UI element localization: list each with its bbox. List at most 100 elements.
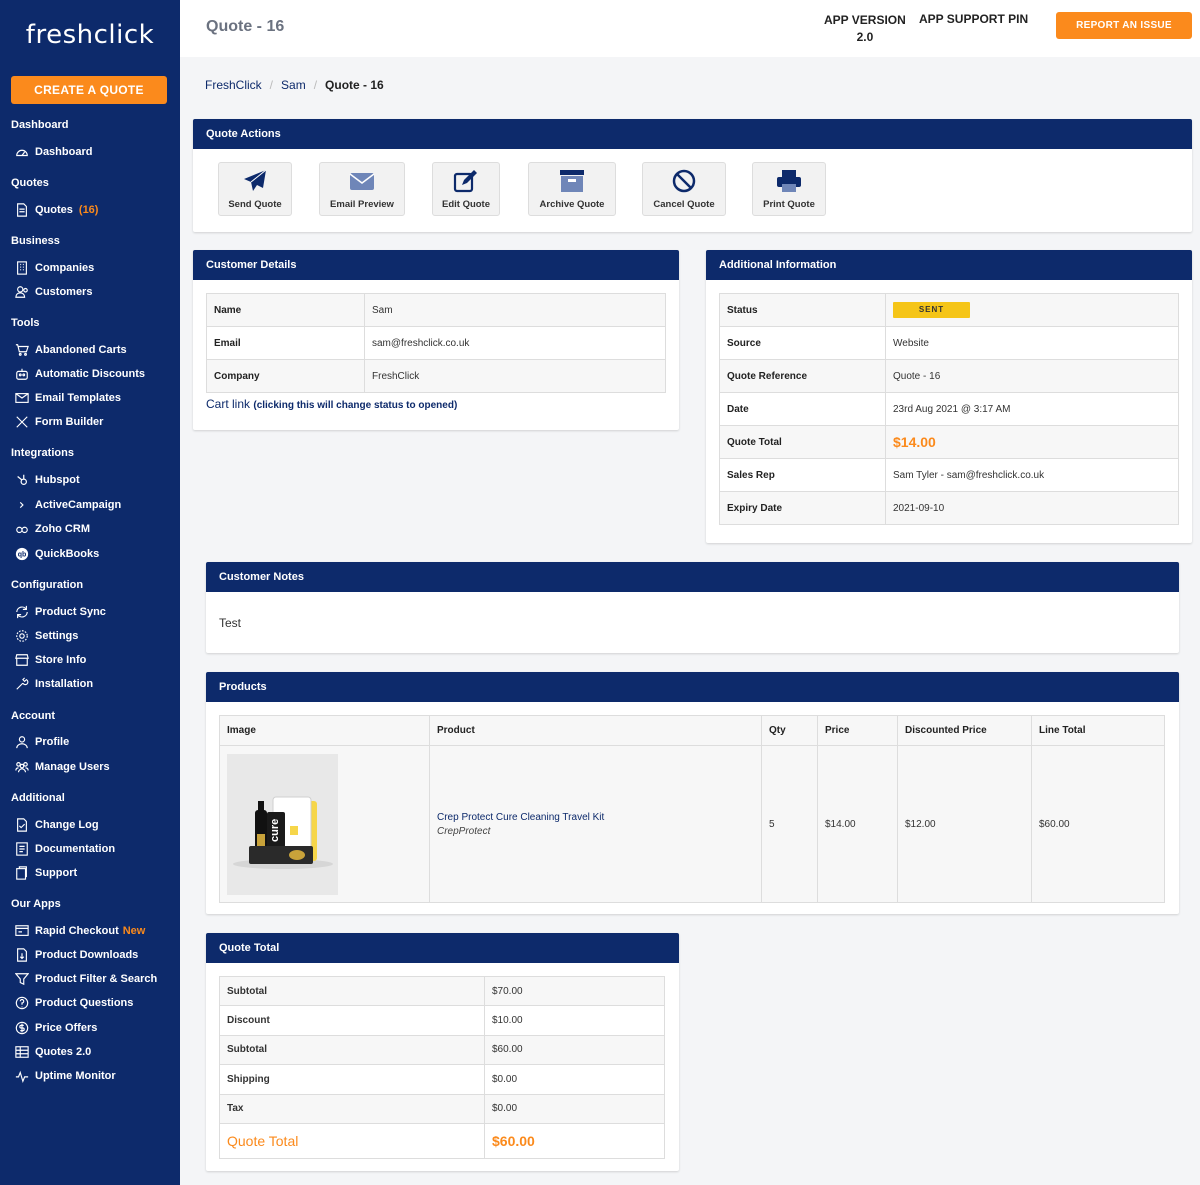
- user-icon: [14, 734, 30, 750]
- sidebar-item-manage-users[interactable]: Manage Users: [14, 758, 110, 776]
- row-value: Website: [885, 326, 1179, 360]
- sidebar-item-label: Support: [35, 867, 78, 879]
- cart-link-text[interactable]: Cart link: [206, 397, 250, 411]
- nav-section-our-apps: Our Apps: [11, 898, 61, 910]
- quickbooks-icon: qb: [14, 546, 30, 562]
- row-key: Tax: [219, 1093, 485, 1124]
- zoho-icon: [14, 521, 30, 537]
- document-icon: [14, 202, 30, 218]
- action-label: Email Preview: [330, 199, 394, 210]
- sidebar-item-product-downloads[interactable]: Product Downloads: [14, 946, 138, 964]
- table-row: Quote Total $14.00: [719, 425, 1179, 459]
- sidebar-item-support[interactable]: Support: [14, 864, 77, 882]
- breadcrumb-link[interactable]: FreshClick: [205, 78, 262, 92]
- row-key: Discount: [219, 1005, 485, 1036]
- customer-details-panel: Customer Details Name Sam Email sam@fres…: [193, 250, 679, 430]
- hubspot-icon: [14, 472, 30, 488]
- report-issue-button[interactable]: REPORT AN ISSUE: [1056, 12, 1192, 39]
- sidebar-item-label: Hubspot: [35, 474, 80, 486]
- nav-section-account: Account: [11, 710, 55, 722]
- sidebar-item-companies[interactable]: Companies: [14, 259, 94, 277]
- column-header: Price: [817, 715, 898, 746]
- sidebar-item-dashboard[interactable]: Dashboard: [14, 143, 92, 161]
- create-quote-button[interactable]: CREATE A QUOTE: [11, 76, 167, 104]
- ban-icon: [672, 169, 696, 193]
- chevron-right-icon: [14, 497, 30, 513]
- sidebar-item-label: Product Questions: [35, 997, 134, 1009]
- robot-icon: [14, 366, 30, 382]
- sidebar-item-rapid-checkout[interactable]: Rapid Checkout New: [14, 922, 145, 940]
- sidebar-item-quotes[interactable]: Quotes (16): [14, 201, 98, 219]
- app-logo[interactable]: freshclick: [0, 20, 180, 50]
- panel-title: Customer Details: [193, 250, 679, 280]
- sidebar-item-uptime-monitor[interactable]: Uptime Monitor: [14, 1067, 116, 1085]
- cancel-quote-button[interactable]: Cancel Quote: [642, 162, 726, 216]
- gauge-icon: [14, 144, 30, 160]
- sidebar-item-label: Profile: [35, 736, 70, 748]
- sidebar-item-profile[interactable]: Profile: [14, 733, 69, 751]
- row-value: sam@freshclick.co.uk: [364, 326, 666, 360]
- column-header: Image: [219, 715, 430, 746]
- sidebar-item-documentation[interactable]: Documentation: [14, 840, 115, 858]
- sidebar-item-abandoned-carts[interactable]: Abandoned Carts: [14, 341, 127, 359]
- sidebar-item-customers[interactable]: Customers: [14, 283, 92, 301]
- sidebar-item-product-questions[interactable]: Product Questions: [14, 994, 133, 1012]
- row-key: Status: [719, 293, 886, 327]
- breadcrumb-separator: /: [313, 78, 318, 92]
- row-value: $60.00: [484, 1122, 665, 1159]
- cart-link[interactable]: Cart link (clicking this will change sta…: [206, 397, 457, 411]
- row-key: Expiry Date: [719, 491, 886, 525]
- row-key: Date: [719, 392, 886, 426]
- customer-notes-panel: Customer Notes Test: [206, 562, 1179, 653]
- row-value: $14.00: [885, 425, 1179, 459]
- breadcrumb: FreshClick / Sam / Quote - 16: [205, 78, 384, 92]
- row-value: Sam Tyler - sam@freshclick.co.uk: [885, 458, 1179, 492]
- cart-link-note: (clicking this will change status to ope…: [253, 400, 458, 411]
- sidebar-item-label: Documentation: [35, 843, 116, 855]
- row-key: Email: [206, 326, 365, 360]
- sidebar-item-label: Rapid Checkout: [35, 925, 119, 937]
- sidebar-item-label: Quotes: [35, 204, 73, 216]
- print-quote-button[interactable]: Print Quote: [752, 162, 826, 216]
- sidebar-item-label: Settings: [35, 630, 79, 642]
- sidebar-item-change-log[interactable]: Change Log: [14, 816, 99, 834]
- additional-info-table: Status SENT Source Website Quote Referen…: [719, 293, 1179, 525]
- product-vendor: CrepProtect: [437, 825, 491, 837]
- pulse-icon: [14, 1068, 30, 1084]
- action-label: Archive Quote: [539, 199, 605, 210]
- app-version-label: APP VERSION: [824, 13, 906, 27]
- breadcrumb-link[interactable]: Sam: [281, 78, 306, 92]
- sidebar-item-settings[interactable]: Settings: [14, 627, 78, 645]
- sidebar-item-activecampaign[interactable]: ActiveCampaign: [14, 496, 121, 514]
- sidebar-item-label: Manage Users: [35, 761, 110, 773]
- send-quote-button[interactable]: Send Quote: [218, 162, 292, 216]
- price-cell: $14.00: [817, 745, 898, 903]
- sidebar-item-hubspot[interactable]: Hubspot: [14, 471, 80, 489]
- products-panel: Products Image Product Qty Price Discoun…: [206, 672, 1179, 914]
- panel-title: Products: [206, 672, 1179, 702]
- support-icon: [14, 865, 30, 881]
- nav-section-business: Business: [11, 235, 60, 247]
- table-row: Email sam@freshclick.co.uk: [206, 326, 666, 360]
- sidebar-item-product-filter[interactable]: Product Filter & Search: [14, 970, 157, 988]
- sidebar-item-label: Quotes 2.0: [35, 1046, 92, 1058]
- row-key: Quote Total: [219, 1122, 485, 1159]
- archive-quote-button[interactable]: Archive Quote: [528, 162, 616, 216]
- sidebar-item-email-templates[interactable]: Email Templates: [14, 389, 121, 407]
- sidebar-item-price-offers[interactable]: Price Offers: [14, 1019, 97, 1037]
- table-row: cure Crep Protect Cure Cleaning Travel K…: [219, 745, 1165, 903]
- sidebar-item-zoho-crm[interactable]: Zoho CRM: [14, 520, 90, 538]
- download-doc-icon: [14, 947, 30, 963]
- edit-quote-button[interactable]: Edit Quote: [432, 162, 500, 216]
- users-icon: [14, 284, 30, 300]
- sidebar-item-form-builder[interactable]: Form Builder: [14, 413, 103, 431]
- sidebar-item-automatic-discounts[interactable]: Automatic Discounts: [14, 365, 145, 383]
- sidebar-item-product-sync[interactable]: Product Sync: [14, 603, 106, 621]
- product-name-link[interactable]: Crep Protect Cure Cleaning Travel Kit: [437, 812, 754, 823]
- sidebar-item-installation[interactable]: Installation: [14, 675, 93, 693]
- sidebar-item-quotes-2[interactable]: Quotes 2.0: [14, 1043, 91, 1061]
- quote-total-table: Subtotal $70.00 Discount $10.00 Subtotal…: [219, 975, 665, 1159]
- email-preview-button[interactable]: Email Preview: [319, 162, 405, 216]
- sidebar-item-quickbooks[interactable]: qb QuickBooks: [14, 545, 99, 563]
- sidebar-item-store-info[interactable]: Store Info: [14, 651, 86, 669]
